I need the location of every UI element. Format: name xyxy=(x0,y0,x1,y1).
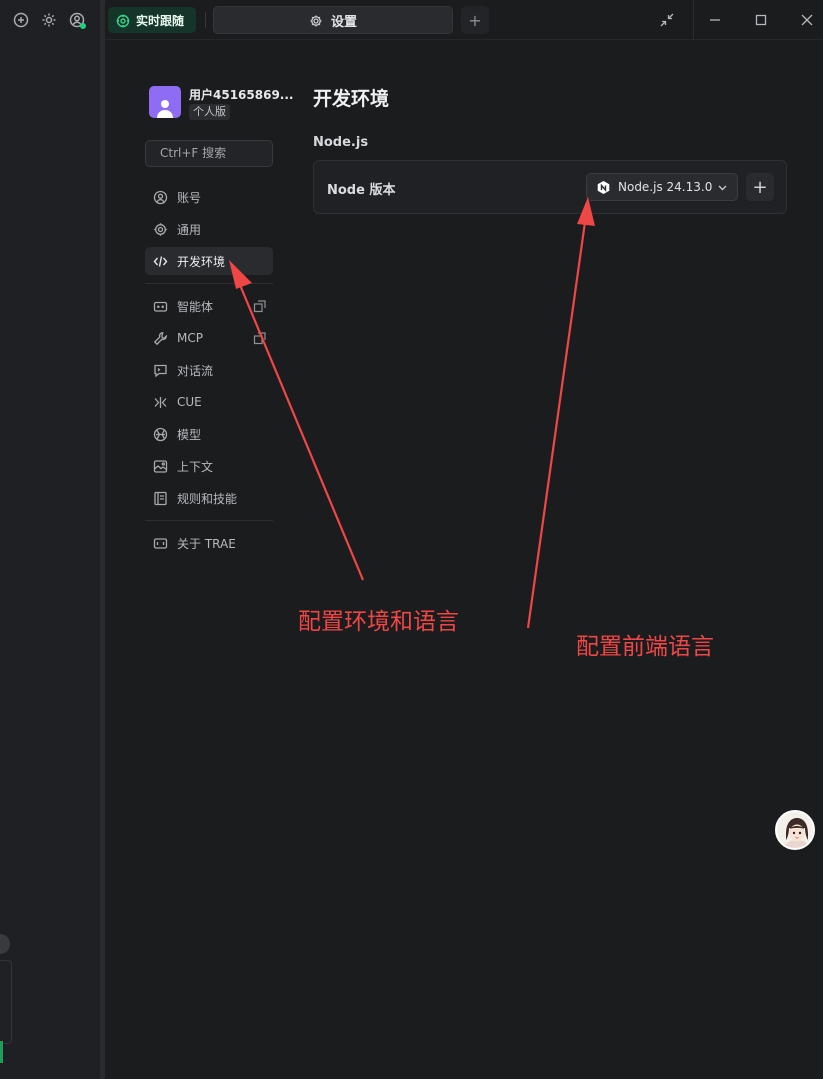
sidebar-item-label: 账号 xyxy=(177,190,202,205)
tab-separator xyxy=(205,12,206,28)
chevron-down-icon xyxy=(717,182,728,193)
minimize-icon[interactable] xyxy=(705,10,725,30)
gear-icon xyxy=(309,13,323,27)
page-title: 开发环境 xyxy=(313,88,390,110)
window-controls-divider xyxy=(693,0,694,40)
model-icon xyxy=(153,427,168,442)
tab-settings-label: 设置 xyxy=(330,14,357,30)
sidebar-item-model[interactable]: 模型 xyxy=(145,420,273,448)
sidebar-item-context[interactable]: 上下文 xyxy=(145,452,273,480)
sidebar-item-mcp[interactable]: MCP xyxy=(145,324,273,352)
sidebar-item-agents[interactable]: 智能体 xyxy=(145,292,273,320)
wrench-icon xyxy=(153,331,168,346)
sidebar-item-label: 对话流 xyxy=(177,363,214,378)
activity-strip xyxy=(0,0,100,1079)
sidebar-divider xyxy=(145,520,273,521)
sidebar-item-chat-flow[interactable]: 对话流 xyxy=(145,356,273,384)
maximize-icon[interactable] xyxy=(751,10,771,30)
arrow-to-version-select xyxy=(526,197,595,629)
sidebar-item-rules-skills[interactable]: 规则和技能 xyxy=(145,484,273,512)
node-version-label: Node 版本 xyxy=(327,183,396,198)
sidebar-item-label: 通用 xyxy=(177,222,202,237)
sidebar-item-label: 上下文 xyxy=(177,459,214,474)
new-tab-button[interactable]: + xyxy=(461,6,489,34)
agent-icon xyxy=(153,299,168,314)
node-version-value: Node.js 24.13.0 xyxy=(618,180,713,194)
cue-icon xyxy=(153,395,168,410)
username: 用户45165869... xyxy=(189,88,294,102)
nodejs-icon xyxy=(596,180,611,195)
sidebar-item-label: CUE xyxy=(177,395,202,409)
strip-divider xyxy=(100,0,105,1079)
external-link-icon[interactable] xyxy=(253,331,267,345)
annotation-left: 配置环境和语言 xyxy=(298,609,459,635)
section-title: Node.js xyxy=(313,135,369,150)
sidebar-item-label: 规则和技能 xyxy=(177,491,238,506)
rules-icon xyxy=(153,491,168,506)
add-version-button[interactable]: + xyxy=(746,173,774,201)
external-link-icon[interactable] xyxy=(253,299,267,313)
plan-badge: 个人版 xyxy=(189,104,230,120)
sidebar-item-account[interactable]: 账号 xyxy=(145,183,273,211)
sidebar-item-cue[interactable]: CUE xyxy=(145,388,273,416)
node-version-card: Node 版本 Node.js 24.13.0 + xyxy=(313,160,787,214)
sidebar-item-dev-env[interactable]: 开发环境 xyxy=(145,247,273,275)
sidebar-item-general[interactable]: 通用 xyxy=(145,215,273,243)
sidebar-item-label: 关于 TRAE xyxy=(177,536,236,551)
sidebar-item-label: 模型 xyxy=(177,427,202,442)
code-icon xyxy=(153,254,168,269)
context-icon xyxy=(153,459,168,474)
add-chat-icon[interactable] xyxy=(12,11,30,29)
assistant-avatar-button[interactable] xyxy=(775,810,815,850)
gear-icon[interactable] xyxy=(40,11,58,29)
account-icon xyxy=(153,190,168,205)
tab-settings[interactable]: 设置 xyxy=(213,6,453,34)
annotation-right: 配置前端语言 xyxy=(576,634,714,660)
about-icon xyxy=(153,536,168,551)
collapse-icon[interactable] xyxy=(657,10,677,30)
panel-accent xyxy=(0,1041,3,1063)
close-icon[interactable] xyxy=(797,10,817,30)
settings-search-input[interactable]: Ctrl+F 搜索 xyxy=(145,140,273,167)
chat-flow-icon xyxy=(153,363,168,378)
online-status-dot xyxy=(80,23,86,29)
tab-live-follow-label: 实时跟随 xyxy=(136,13,185,28)
avatar xyxy=(149,86,181,118)
sidebar-item-label: MCP xyxy=(177,331,203,345)
target-icon xyxy=(116,13,130,28)
sidebar-item-label: 智能体 xyxy=(177,299,214,314)
tab-live-follow[interactable]: 实时跟随 xyxy=(108,7,196,33)
collapsed-panel xyxy=(0,960,12,1044)
gear-icon xyxy=(153,222,168,237)
sidebar-item-about[interactable]: 关于 TRAE xyxy=(145,529,273,557)
sidebar-item-label: 开发环境 xyxy=(177,254,226,269)
node-version-select[interactable]: Node.js 24.13.0 xyxy=(586,173,738,201)
sidebar-divider xyxy=(145,283,273,284)
